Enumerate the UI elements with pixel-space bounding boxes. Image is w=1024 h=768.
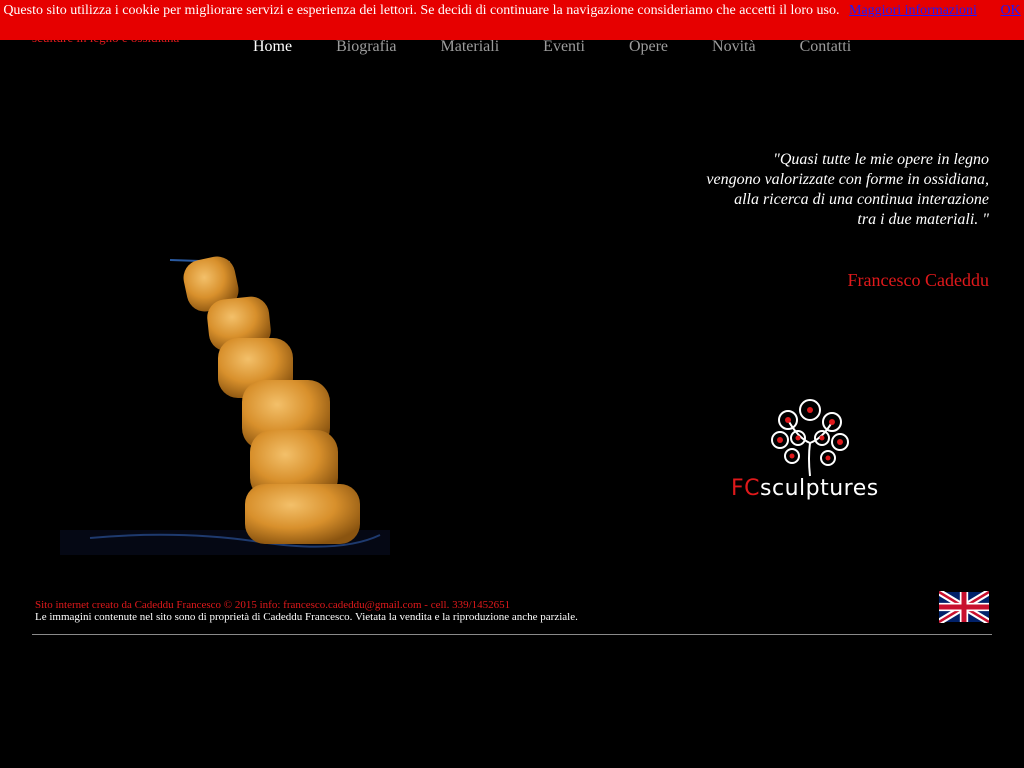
footer-divider bbox=[32, 634, 992, 635]
page: sculture in legno e ossidiana Home Biogr… bbox=[0, 0, 1024, 768]
nav-materiali[interactable]: Materiali bbox=[441, 38, 500, 56]
quote-line: vengono valorizzate con forme in ossidia… bbox=[706, 171, 989, 188]
footer: Sito internet creato da Cadeddu Francesc… bbox=[35, 599, 578, 623]
nav-biografia[interactable]: Biografia bbox=[336, 38, 396, 56]
quote-line: alla ricerca di una continua interazione bbox=[734, 191, 989, 208]
logo-wordmark: FCsculptures bbox=[728, 476, 881, 501]
footer-credits: Sito internet creato da Cadeddu Francesc… bbox=[35, 599, 511, 611]
cookie-more-info-link[interactable]: Maggiori informazioni bbox=[849, 3, 977, 18]
cookie-ok-button[interactable]: OK bbox=[1000, 3, 1020, 18]
main-nav: Home Biografia Materiali Eventi Opere No… bbox=[253, 38, 895, 56]
nav-home[interactable]: Home bbox=[253, 38, 292, 56]
nav-eventi[interactable]: Eventi bbox=[543, 38, 585, 56]
nav-opere[interactable]: Opere bbox=[629, 38, 668, 56]
nav-novita[interactable]: Novità bbox=[712, 38, 756, 56]
logo-sculptures: sculptures bbox=[760, 476, 879, 501]
quote-line: "Quasi tutte le mie opere in legno bbox=[773, 151, 989, 168]
tree-logo-icon bbox=[771, 399, 849, 477]
logo-fc: FC bbox=[731, 476, 761, 501]
uk-flag-icon[interactable] bbox=[939, 591, 989, 623]
fc-sculptures-logo: FCsculptures bbox=[728, 398, 878, 503]
quote-author: Francesco Cadeddu bbox=[847, 270, 989, 290]
footer-rights: Le immagini contenute nel sito sono di p… bbox=[35, 611, 578, 623]
quote-line: tra i due materiali. " bbox=[857, 211, 989, 228]
nav-contatti[interactable]: Contatti bbox=[800, 38, 852, 56]
cookie-text: Questo sito utilizza i cookie per miglio… bbox=[3, 3, 840, 18]
sculpture-image bbox=[60, 256, 390, 555]
artist-quote: "Quasi tutte le mie opere in legno vengo… bbox=[649, 150, 989, 230]
cookie-banner: Questo sito utilizza i cookie per miglio… bbox=[0, 0, 1024, 40]
